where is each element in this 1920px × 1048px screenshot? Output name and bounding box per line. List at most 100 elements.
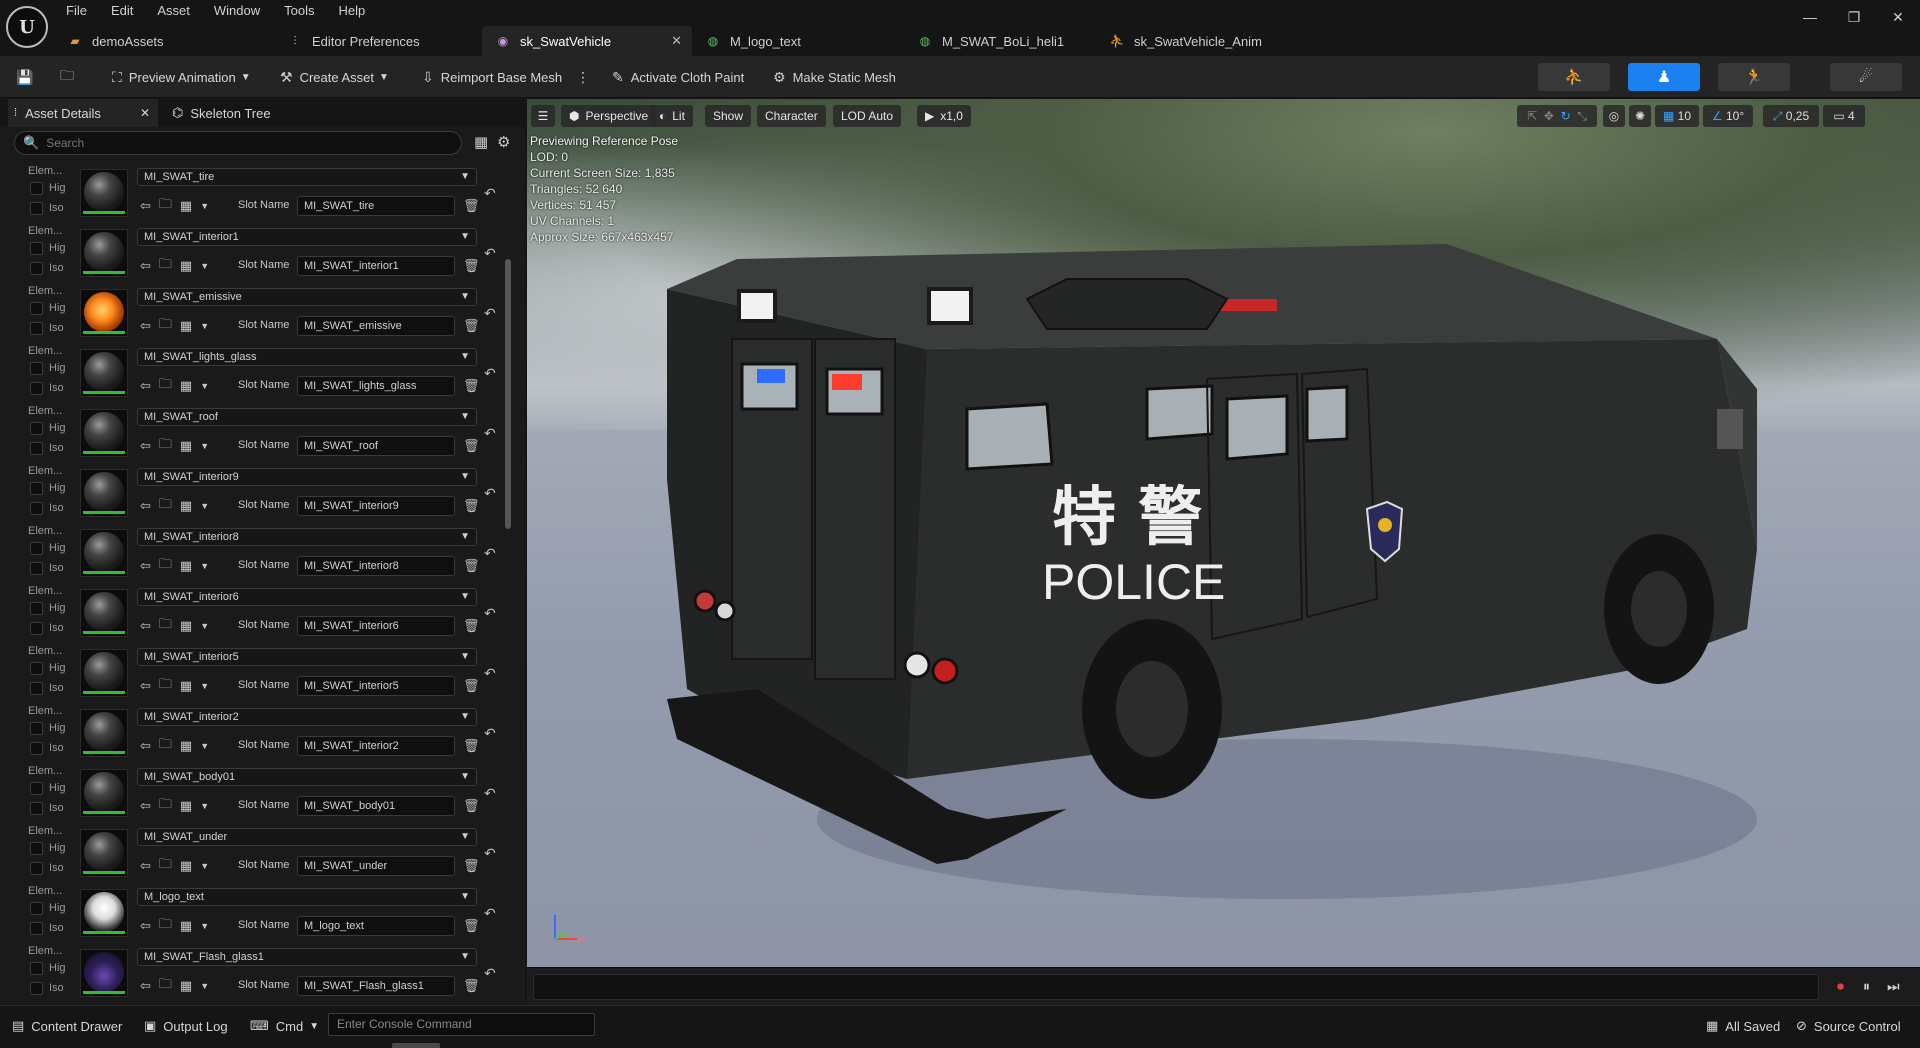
material-combo-box[interactable]: MI_SWAT_tire ▼ (137, 168, 477, 186)
use-selected-icon[interactable]: ⇦ (140, 258, 151, 274)
use-selected-icon[interactable]: ⇦ (140, 738, 151, 754)
isolate-checkbox[interactable] (30, 622, 43, 635)
trash-icon[interactable]: 🗑 (463, 858, 480, 874)
toolbar-more-icon[interactable]: ⋮ (576, 64, 597, 90)
material-combo-box[interactable]: MI_SWAT_interior5 ▼ (137, 648, 477, 666)
chevron-down-icon[interactable]: ▼ (200, 861, 209, 871)
checker-icon[interactable]: ▦ (180, 318, 192, 334)
console-command-input[interactable]: Enter Console Command (328, 1013, 595, 1036)
material-combo-box[interactable]: MI_SWAT_body01 ▼ (137, 768, 477, 786)
material-thumbnail[interactable] (80, 229, 128, 277)
search-box[interactable]: 🔍 (14, 131, 462, 155)
isolate-checkbox[interactable] (30, 502, 43, 515)
preview-viewport[interactable]: 特 警 POLICE ☰ ⬢ Perspective ◐ Lit Show Ch… (527, 99, 1920, 967)
reset-to-default-icon[interactable]: ↶ (484, 665, 496, 682)
viewport-menu-button[interactable]: ☰ (531, 105, 555, 127)
reset-to-default-icon[interactable]: ↶ (484, 545, 496, 562)
checker-icon[interactable]: ▦ (180, 438, 192, 454)
use-selected-icon[interactable]: ⇦ (140, 558, 151, 574)
checker-icon[interactable]: ▦ (180, 798, 192, 814)
menu-help[interactable]: Help (326, 0, 377, 22)
checker-icon[interactable]: ▦ (180, 618, 192, 634)
browse-icon[interactable]: 🗀 (159, 315, 172, 337)
grid-snap-button[interactable]: ▦ 10 (1655, 105, 1699, 127)
activate-cloth-paint-button[interactable]: ✎ Activate Cloth Paint (612, 64, 744, 90)
tab-asset-details[interactable]: ⁞ Asset Details ✕ (8, 99, 158, 127)
highlight-checkbox[interactable] (30, 242, 43, 255)
slot-name-field[interactable]: MI_SWAT_interior6 (297, 616, 455, 636)
checker-icon[interactable]: ▦ (180, 978, 192, 994)
trash-icon[interactable]: 🗑 (463, 258, 480, 274)
search-input[interactable] (46, 136, 447, 150)
browse-icon[interactable]: 🗀 (159, 795, 172, 817)
isolate-checkbox[interactable] (30, 442, 43, 455)
use-selected-icon[interactable]: ⇦ (140, 378, 151, 394)
trash-icon[interactable]: 🗑 (463, 438, 480, 454)
menu-file[interactable]: File (54, 0, 99, 22)
chevron-down-icon[interactable]: ▼ (200, 381, 209, 391)
material-thumbnail[interactable] (80, 589, 128, 637)
unreal-logo-icon[interactable]: U (6, 6, 48, 48)
browse-icon[interactable]: 🗀 (159, 495, 172, 517)
material-combo-box[interactable]: MI_SWAT_lights_glass ▼ (137, 348, 477, 366)
chevron-down-icon[interactable]: ▼ (200, 321, 209, 331)
tab-sk-swatvehicle-anim[interactable]: ⛹ sk_SwatVehicle_Anim (1096, 26, 1296, 56)
material-thumbnail[interactable] (80, 169, 128, 217)
use-selected-icon[interactable]: ⇦ (140, 618, 151, 634)
material-thumbnail[interactable] (80, 409, 128, 457)
browse-icon[interactable]: 🗀 (159, 855, 172, 877)
animation-mode-button[interactable]: 🏃 (1718, 63, 1790, 91)
table-view-icon[interactable]: ▦ (474, 133, 488, 151)
reset-to-default-icon[interactable]: ↶ (484, 185, 496, 202)
reset-to-default-icon[interactable]: ↶ (484, 845, 496, 862)
chevron-down-icon[interactable]: ▼ (200, 621, 209, 631)
trash-icon[interactable]: 🗑 (463, 618, 480, 634)
output-log-button[interactable]: ▣ Output Log (144, 1016, 228, 1036)
slot-name-field[interactable]: MI_SWAT_tire (297, 196, 455, 216)
trash-icon[interactable]: 🗑 (463, 498, 480, 514)
reset-to-default-icon[interactable]: ↶ (484, 605, 496, 622)
close-tab-icon[interactable]: ✕ (140, 106, 150, 120)
chevron-down-icon[interactable]: ▼ (200, 921, 209, 931)
checker-icon[interactable]: ▦ (180, 738, 192, 754)
tab-sk-swatvehicle[interactable]: ◉ sk_SwatVehicle ✕ (482, 26, 692, 56)
lit-mode-button[interactable]: ◐ Lit (651, 105, 693, 127)
timeline-track[interactable] (533, 974, 1819, 1000)
record-icon[interactable]: ⏺ (1837, 978, 1844, 995)
trash-icon[interactable]: 🗑 (463, 978, 480, 994)
highlight-checkbox[interactable] (30, 542, 43, 555)
slot-name-field[interactable]: MI_SWAT_Flash_glass1 (297, 976, 455, 996)
material-thumbnail[interactable] (80, 529, 128, 577)
chevron-down-icon[interactable]: ▼ (200, 261, 209, 271)
material-thumbnail[interactable] (80, 649, 128, 697)
use-selected-icon[interactable]: ⇦ (140, 318, 151, 334)
browse-icon[interactable]: 🗀 (159, 195, 172, 217)
chevron-down-icon[interactable]: ▼ (200, 681, 209, 691)
trash-icon[interactable]: 🗑 (463, 318, 480, 334)
status-scroll-thumb[interactable] (392, 1043, 440, 1048)
trash-icon[interactable]: 🗑 (463, 738, 480, 754)
highlight-checkbox[interactable] (30, 842, 43, 855)
material-combo-box[interactable]: MI_SWAT_roof ▼ (137, 408, 477, 426)
material-combo-box[interactable]: MI_SWAT_interior9 ▼ (137, 468, 477, 486)
isolate-checkbox[interactable] (30, 982, 43, 995)
use-selected-icon[interactable]: ⇦ (140, 858, 151, 874)
physics-mode-button[interactable]: ☄ (1830, 63, 1902, 91)
browse-icon[interactable]: 🗀 (159, 615, 172, 637)
save-icon[interactable]: 💾 (16, 64, 40, 90)
highlight-checkbox[interactable] (30, 362, 43, 375)
highlight-checkbox[interactable] (30, 902, 43, 915)
browse-icon[interactable]: 🗀 (159, 555, 172, 577)
trash-icon[interactable]: 🗑 (463, 918, 480, 934)
close-tab-icon[interactable]: ✕ (671, 33, 682, 49)
trash-icon[interactable]: 🗑 (463, 198, 480, 214)
menu-tools[interactable]: Tools (272, 0, 326, 22)
source-control-button[interactable]: ⊘ Source Control (1796, 1016, 1901, 1036)
slot-name-field[interactable]: MI_SWAT_interior9 (297, 496, 455, 516)
rotation-snap-button[interactable]: ∠ 10° (1703, 105, 1753, 127)
chevron-down-icon[interactable]: ▼ (200, 801, 209, 811)
slot-name-field[interactable]: MI_SWAT_under (297, 856, 455, 876)
lod-button[interactable]: LOD Auto (833, 105, 902, 127)
material-thumbnail[interactable] (80, 889, 128, 937)
show-button[interactable]: Show (705, 105, 752, 127)
